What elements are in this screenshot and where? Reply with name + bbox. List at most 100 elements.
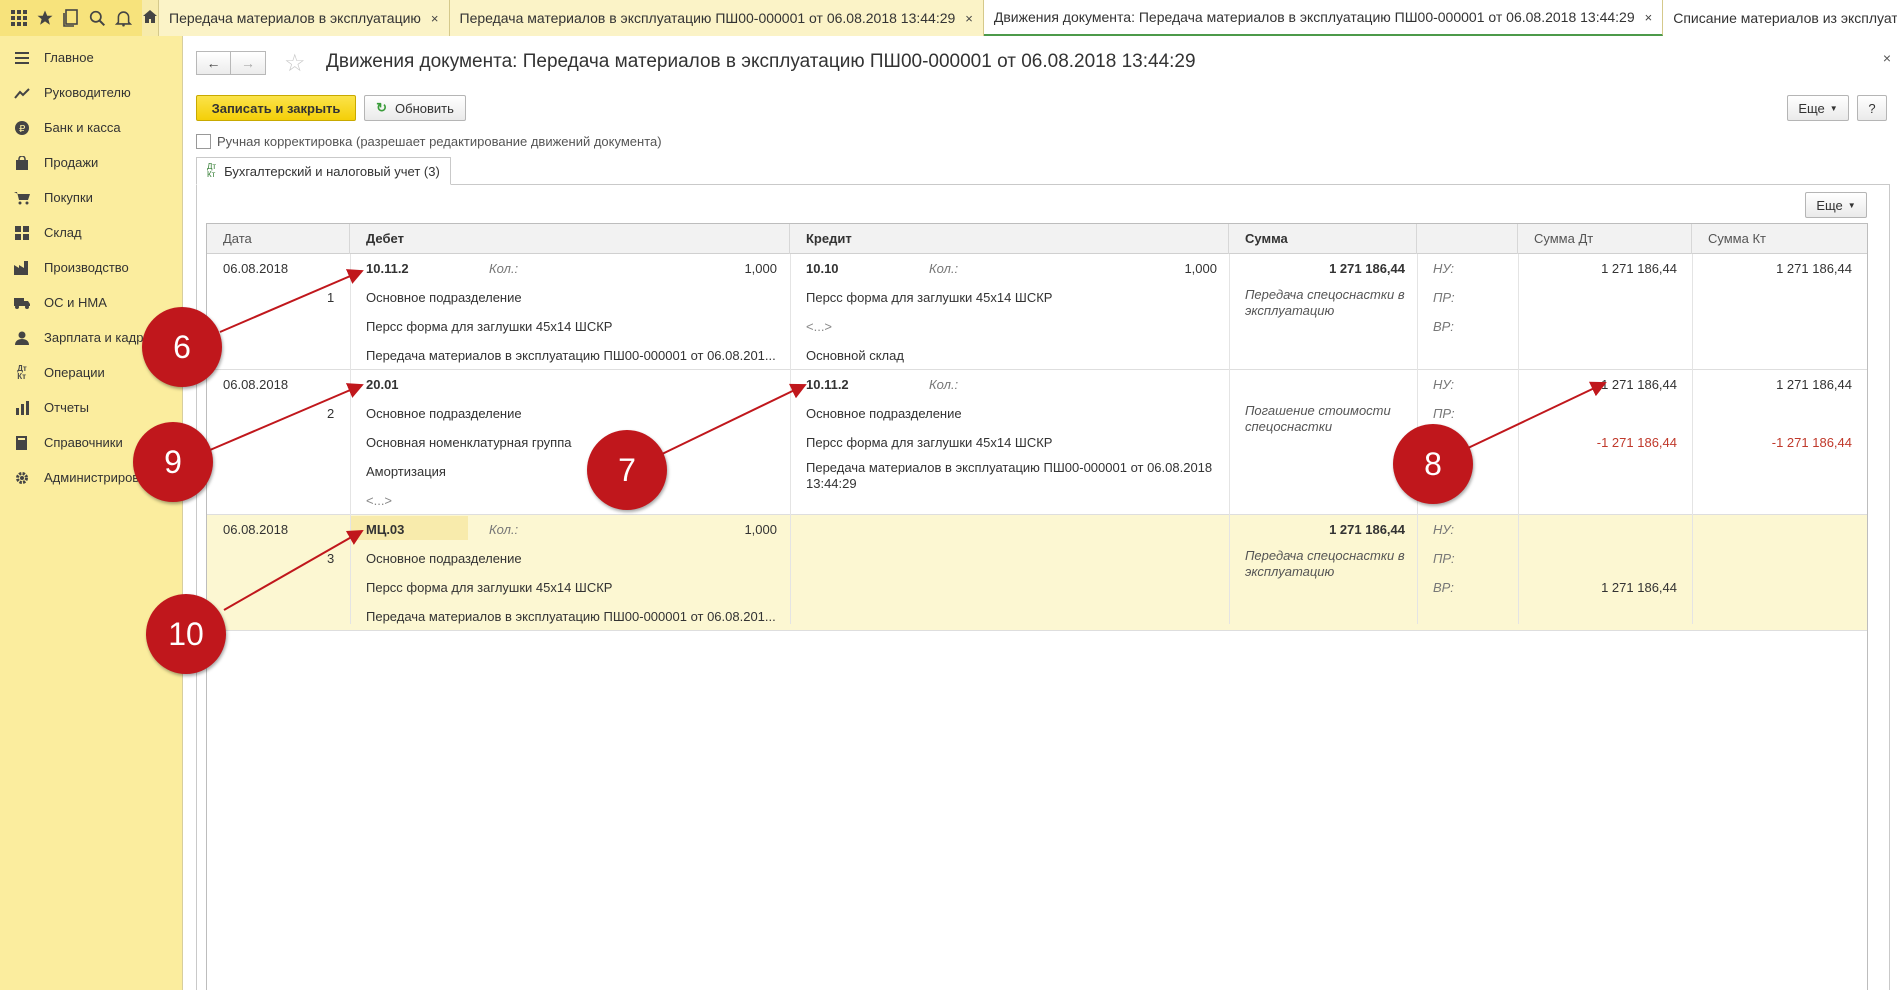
cell-tax-label: ПР: [1433, 551, 1455, 566]
top-bar: Передача материалов в эксплуатацию × Пер… [0, 0, 1897, 36]
postings-table[interactable]: Дата Дебет Кредит Сумма Сумма Дт Сумма К… [206, 223, 1868, 990]
column-header-sum-dt[interactable]: Сумма Дт [1518, 224, 1692, 254]
cell-credit-subconto: Персс форма для заглушки 45х14 ШСКР [806, 435, 1053, 450]
refresh-button[interactable]: ↻ Обновить [364, 95, 466, 121]
apps-grid-icon[interactable] [6, 5, 32, 31]
page-title: Движения документа: Передача материалов … [326, 51, 1196, 72]
cell-sum-dt-vr: -1 271 186,44 [1596, 435, 1677, 450]
cell-content: Передача спецоснастки в эксплуатацию [1245, 287, 1405, 318]
cell-debit-subconto: Основное подразделение [366, 551, 522, 566]
close-icon[interactable]: × [431, 11, 439, 26]
tab-document-movements[interactable]: Движения документа: Передача материалов … [983, 0, 1664, 36]
annotation-marker: 8 [1393, 424, 1473, 504]
manual-edit-checkbox[interactable] [196, 134, 211, 149]
sidebar-item-production[interactable]: Производство [0, 250, 182, 285]
sidebar-item-label: Главное [44, 50, 94, 65]
cell-tax-label: НУ: [1433, 261, 1455, 276]
forward-button[interactable]: → [231, 51, 266, 75]
sidebar-item-main[interactable]: Главное [0, 40, 182, 75]
column-header-date[interactable]: Дата [207, 224, 350, 254]
cell-debit-subconto: <...> [366, 493, 393, 508]
close-icon[interactable]: × [965, 11, 973, 26]
grid-more-button[interactable]: Еще ▼ [1805, 192, 1867, 218]
search-icon[interactable] [84, 5, 110, 31]
sidebar-item-reports[interactable]: Отчеты [0, 390, 182, 425]
cell-content: Погашение стоимости спецоснастки [1245, 403, 1391, 434]
cell-date: 06.08.2018 [223, 261, 289, 276]
manual-edit-label: Ручная корректировка (разрешает редактир… [217, 134, 662, 149]
cell-credit-subconto: Основное подразделение [806, 406, 962, 421]
sidebar-item-purchases[interactable]: Покупки [0, 180, 182, 215]
tab-label: Движения документа: Передача материалов … [993, 9, 1635, 25]
cell-credit-subconto: <...> [806, 319, 833, 334]
menu-icon [12, 50, 32, 66]
sidebar-item-label: Справочники [44, 435, 123, 450]
cell-sum-kt: 1 271 186,44 [1776, 377, 1852, 392]
cell-credit-account: 10.11.2 [806, 377, 849, 392]
sidebar-item-label: ОС и НМА [44, 295, 107, 310]
cell-debit-account: МЦ.03 [366, 522, 405, 537]
history-icon[interactable] [58, 5, 84, 31]
button-label: ? [1868, 100, 1876, 116]
cell-credit-subconto: Передача материалов в эксплуатацию ПШ00-… [806, 460, 1213, 491]
favorites-star-icon[interactable] [32, 5, 58, 31]
sidebar-item-warehouse[interactable]: Склад [0, 215, 182, 250]
warehouse-icon [12, 225, 32, 241]
help-button[interactable]: ? [1857, 95, 1887, 121]
dropdown-caret-icon: ▼ [1829, 103, 1838, 113]
truck-icon [12, 295, 32, 311]
favorite-star-icon[interactable]: ☆ [284, 49, 306, 78]
sidebar-item-fixed-assets[interactable]: ОС и НМА [0, 285, 182, 320]
cell-debit-subconto: Передача материалов в эксплуатацию ПШ00-… [366, 348, 776, 363]
refresh-icon: ↻ [376, 100, 388, 115]
column-header-credit[interactable]: Кредит [790, 224, 1229, 254]
sidebar-item-label: Отчеты [44, 400, 89, 415]
sidebar-item-label: Зарплата и кадры [44, 330, 153, 345]
cell-debit-subconto: Амортизация [366, 464, 446, 479]
column-header-tax-type[interactable] [1417, 224, 1518, 254]
button-label: Записать и закрыть [211, 100, 341, 116]
cell-tax-label: НУ: [1433, 522, 1455, 537]
close-icon[interactable]: × [1645, 10, 1653, 25]
back-button[interactable]: ← [196, 51, 231, 75]
dtkt-icon: Дт Кт [17, 363, 27, 381]
sidebar-item-label: Банк и касса [44, 120, 121, 135]
chart-icon [12, 400, 32, 416]
column-header-debit[interactable]: Дебет [350, 224, 790, 254]
sidebar-item-label: Покупки [44, 190, 93, 205]
cell-content: Передача спецоснастки в эксплуатацию [1245, 548, 1405, 579]
trend-icon [12, 85, 32, 101]
cell-tax-label: ПР: [1433, 290, 1455, 305]
cell-qty-label: Кол.: [489, 261, 519, 276]
sidebar: Главное Руководителю ₽ Банк и касса Прод… [0, 36, 183, 990]
factory-icon [12, 260, 32, 276]
sidebar-item-sales[interactable]: Продажи [0, 145, 182, 180]
tab-transfer-list[interactable]: Передача материалов в эксплуатацию × [159, 0, 450, 36]
sidebar-item-label: Руководителю [44, 85, 131, 100]
cell-credit-subconto: Основной склад [806, 348, 904, 363]
tab-transfer-document[interactable]: Передача материалов в эксплуатацию ПШ00-… [449, 0, 984, 36]
home-tab[interactable] [142, 0, 159, 36]
cell-sum: 1 271 186,44 [1329, 261, 1405, 276]
sidebar-item-label: Производство [44, 260, 129, 275]
column-header-sum-kt[interactable]: Сумма Кт [1692, 224, 1867, 254]
sidebar-item-bank[interactable]: ₽ Банк и касса [0, 110, 182, 145]
sidebar-item-manager[interactable]: Руководителю [0, 75, 182, 110]
cell-row-number: 1 [327, 290, 335, 305]
table-header: Дата Дебет Кредит Сумма Сумма Дт Сумма К… [207, 224, 1867, 254]
dtkt-icon: Дт Кт [207, 163, 216, 179]
tab-accounting[interactable]: Дт Кт Бухгалтерский и налоговый учет (3) [196, 157, 451, 185]
cell-debit-account: 10.11.2 [366, 261, 409, 276]
dtkt-icon-bottom: Кт [207, 170, 216, 179]
column-header-sum[interactable]: Сумма [1229, 224, 1417, 254]
more-menu-button[interactable]: Еще ▼ [1787, 95, 1849, 121]
arrow-right-icon: → [241, 55, 255, 71]
navigation-buttons: ← → [196, 51, 266, 75]
dropdown-caret-icon: ▼ [1847, 200, 1856, 210]
close-window-icon[interactable]: × [1883, 50, 1891, 66]
notifications-bell-icon[interactable] [110, 5, 136, 31]
cell-qty-label: Кол.: [929, 377, 959, 392]
save-and-close-button[interactable]: Записать и закрыть [196, 95, 356, 121]
tab-write-off[interactable]: Списание материалов из эксплуатации × [1663, 0, 1897, 36]
cell-tax-label: ПР: [1433, 406, 1455, 421]
